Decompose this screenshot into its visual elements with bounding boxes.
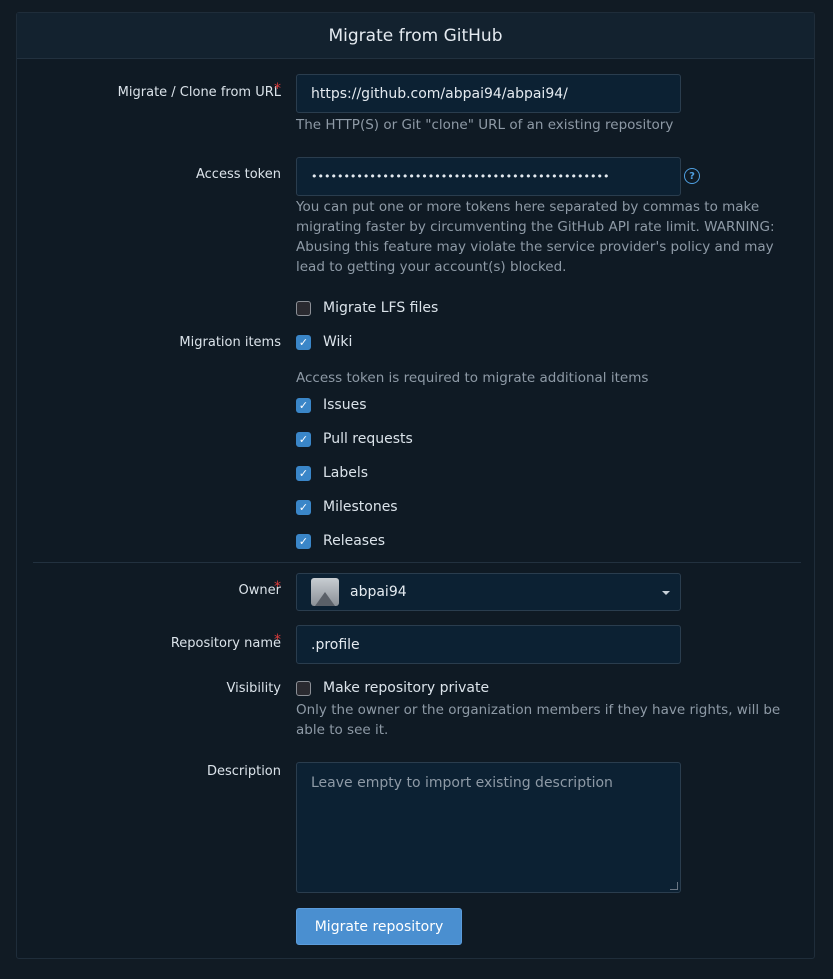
private-checkbox[interactable] xyxy=(296,680,311,696)
labels-checkbox-label: Labels xyxy=(323,465,369,481)
releases-checkbox-label: Releases xyxy=(323,533,385,549)
clone-url-input[interactable]: https://github.com/abpai94/abpai94/ xyxy=(296,74,681,113)
pull-requests-checkbox-label: Pull requests xyxy=(323,431,413,447)
migration-items-note: Access token is required to migrate addi… xyxy=(296,370,649,386)
milestones-checkbox-row[interactable]: ✓ Milestones xyxy=(296,499,398,515)
url-help-text: The HTTP(S) or Git "clone" URL of an exi… xyxy=(296,117,674,133)
issues-checkbox[interactable]: ✓ xyxy=(296,397,311,413)
lfs-checkbox[interactable] xyxy=(296,300,311,316)
access-token-help-text: You can put one or more tokens here sepa… xyxy=(296,199,775,275)
wiki-checkbox[interactable]: ✓ xyxy=(296,334,311,350)
issues-checkbox-label: Issues xyxy=(323,397,367,413)
private-checkbox-row[interactable]: Make repository private xyxy=(296,680,489,696)
owner-dropdown[interactable]: abpai94 xyxy=(296,573,681,611)
private-checkbox-label: Make repository private xyxy=(323,680,490,696)
description-label: Description xyxy=(206,764,281,779)
visibility-label: Visibility xyxy=(226,681,281,696)
description-textarea[interactable]: Leave empty to import existing descripti… xyxy=(296,762,681,893)
visibility-help-text: Only the owner or the organization membe… xyxy=(296,702,781,738)
issues-checkbox-row[interactable]: ✓ Issues xyxy=(296,397,367,413)
repository-name-required-mark: * xyxy=(274,632,281,648)
page-title: Migrate from GitHub xyxy=(17,13,814,59)
migrate-form-panel: Migrate from GitHub Migrate / Clone from… xyxy=(16,12,815,959)
releases-checkbox-row[interactable]: ✓ Releases xyxy=(296,533,385,549)
owner-label: Owner xyxy=(238,583,281,598)
migration-items-label: Migration items xyxy=(179,335,281,350)
releases-checkbox[interactable]: ✓ xyxy=(296,533,311,549)
wiki-checkbox-label: Wiki xyxy=(323,334,353,350)
avatar xyxy=(311,578,339,606)
access-token-input[interactable]: ••••••••••••••••••••••••••••••••••••••••… xyxy=(296,157,681,196)
milestones-checkbox-label: Milestones xyxy=(323,499,398,515)
repository-name-input[interactable]: .profile xyxy=(296,625,681,664)
resize-handle-icon[interactable] xyxy=(670,882,678,890)
repository-name-label: Repository name xyxy=(170,636,281,651)
pull-requests-checkbox[interactable]: ✓ xyxy=(296,431,311,447)
milestones-checkbox[interactable]: ✓ xyxy=(296,499,311,515)
section-divider xyxy=(33,562,801,563)
url-label: Migrate / Clone from URL xyxy=(117,85,281,100)
labels-checkbox-row[interactable]: ✓ Labels xyxy=(296,465,368,481)
labels-checkbox[interactable]: ✓ xyxy=(296,465,311,481)
wiki-checkbox-row[interactable]: ✓ Wiki xyxy=(296,334,352,350)
lfs-checkbox-row[interactable]: Migrate LFS files xyxy=(296,300,438,316)
migrate-repository-button[interactable]: Migrate repository xyxy=(296,908,462,945)
access-token-label: Access token xyxy=(196,167,281,182)
chevron-down-icon xyxy=(662,591,670,595)
owner-required-mark: * xyxy=(274,579,281,595)
description-placeholder: Leave empty to import existing descripti… xyxy=(311,775,613,791)
help-icon[interactable]: ? xyxy=(684,168,700,184)
url-required-mark: * xyxy=(274,81,281,97)
lfs-checkbox-label: Migrate LFS files xyxy=(323,300,439,316)
owner-value: abpai94 xyxy=(350,584,407,600)
pull-requests-checkbox-row[interactable]: ✓ Pull requests xyxy=(296,431,413,447)
